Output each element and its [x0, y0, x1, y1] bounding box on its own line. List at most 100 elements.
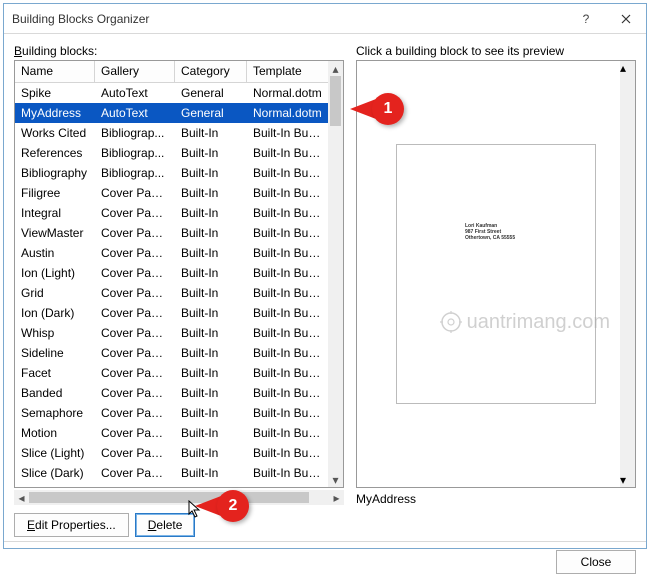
- cell-gallery: Cover Pages: [95, 466, 175, 480]
- cell-gallery: Cover Pages: [95, 406, 175, 420]
- cell-category: Built-In: [175, 166, 247, 180]
- cell-template: Normal.dotm: [247, 86, 328, 100]
- cell-category: Built-In: [175, 286, 247, 300]
- cell-name: Austin: [15, 246, 95, 260]
- help-button[interactable]: ?: [566, 4, 606, 34]
- preview-label: Click a building block to see its previe…: [356, 44, 636, 58]
- cell-category: Built-In: [175, 466, 247, 480]
- scroll-thumb[interactable]: [330, 76, 341, 126]
- scroll-down-icon[interactable]: ▾: [620, 473, 635, 487]
- cell-name: ViewMaster: [15, 226, 95, 240]
- table-row[interactable]: BandedCover PagesBuilt-InBuilt-In Buil..…: [15, 383, 328, 403]
- cell-category: General: [175, 86, 247, 100]
- cell-gallery: Bibliograp...: [95, 126, 175, 140]
- preview-selected-name: MyAddress: [356, 492, 636, 506]
- cell-gallery: Bibliograp...: [95, 166, 175, 180]
- table-row[interactable]: MotionCover PagesBuilt-InBuilt-In Buil..…: [15, 423, 328, 443]
- cell-template: Built-In Buil...: [247, 446, 328, 460]
- cell-name: Ion (Light): [15, 266, 95, 280]
- cell-template: Built-In Buil...: [247, 286, 328, 300]
- table-row[interactable]: SemaphoreCover PagesBuilt-InBuilt-In Bui…: [15, 403, 328, 423]
- dialog-body: Building blocks: Name Gallery Category T…: [4, 34, 646, 541]
- table-row[interactable]: Ion (Light)Cover PagesBuilt-InBuilt-In B…: [15, 263, 328, 283]
- cell-name: Whisp: [15, 326, 95, 340]
- close-window-button[interactable]: [606, 4, 646, 34]
- scroll-track-h[interactable]: [29, 490, 329, 505]
- cell-name: Sideline: [15, 346, 95, 360]
- scroll-track[interactable]: [620, 75, 635, 473]
- horizontal-scrollbar[interactable]: ◂ ▸: [14, 490, 344, 505]
- table-row[interactable]: MyAddressAutoTextGeneralNormal.dotm: [15, 103, 328, 123]
- cell-category: Built-In: [175, 426, 247, 440]
- table-row[interactable]: SpikeAutoTextGeneralNormal.dotm: [15, 83, 328, 103]
- cell-template: Built-In Buil...: [247, 326, 328, 340]
- scroll-down-icon[interactable]: ▾: [328, 472, 343, 487]
- table-row[interactable]: BibliographyBibliograp...Built-InBuilt-I…: [15, 163, 328, 183]
- vertical-scrollbar[interactable]: ▴ ▾: [328, 61, 343, 487]
- scroll-thumb-h[interactable]: [29, 492, 309, 503]
- cell-template: Built-In Buil...: [247, 246, 328, 260]
- cell-category: Built-In: [175, 126, 247, 140]
- cell-template: Built-In Buil...: [247, 346, 328, 360]
- cell-template: Built-In Buil...: [247, 186, 328, 200]
- cell-name: Retrospect: [15, 486, 95, 487]
- close-button[interactable]: Close: [556, 550, 636, 574]
- scroll-left-icon[interactable]: ◂: [14, 490, 29, 505]
- cell-template: Built-In Buil...: [247, 466, 328, 480]
- scroll-right-icon[interactable]: ▸: [329, 490, 344, 505]
- column-name[interactable]: Name: [15, 61, 95, 82]
- table-row[interactable]: SidelineCover PagesBuilt-InBuilt-In Buil…: [15, 343, 328, 363]
- table-row[interactable]: ViewMasterCover PagesBuilt-InBuilt-In Bu…: [15, 223, 328, 243]
- cell-gallery: Cover Pages: [95, 446, 175, 460]
- cell-gallery: Cover Pages: [95, 326, 175, 340]
- scroll-up-icon[interactable]: ▴: [620, 61, 635, 75]
- cell-category: Built-In: [175, 406, 247, 420]
- table-row[interactable]: FiligreeCover PagesBuilt-InBuilt-In Buil…: [15, 183, 328, 203]
- edit-properties-button[interactable]: Edit Properties...: [14, 513, 129, 537]
- window-title: Building Blocks Organizer: [12, 12, 566, 26]
- cell-template: Built-In Buil...: [247, 266, 328, 280]
- column-category[interactable]: Category: [175, 61, 247, 82]
- cell-category: Built-In: [175, 266, 247, 280]
- scroll-track[interactable]: [328, 76, 343, 472]
- cell-category: Built-In: [175, 386, 247, 400]
- cell-category: Built-In: [175, 366, 247, 380]
- help-icon: ?: [583, 12, 590, 26]
- scroll-up-icon[interactable]: ▴: [328, 61, 343, 76]
- cell-category: Built-In: [175, 326, 247, 340]
- table-row[interactable]: WhispCover PagesBuilt-InBuilt-In Buil...: [15, 323, 328, 343]
- cell-name: Grid: [15, 286, 95, 300]
- cell-gallery: AutoText: [95, 86, 175, 100]
- building-blocks-label: Building blocks:: [14, 44, 344, 58]
- left-buttons: Edit Properties... Delete: [14, 513, 344, 537]
- table-row[interactable]: GridCover PagesBuilt-InBuilt-In Buil...: [15, 283, 328, 303]
- column-gallery[interactable]: Gallery: [95, 61, 175, 82]
- cell-gallery: AutoText: [95, 106, 175, 120]
- cell-category: Built-In: [175, 226, 247, 240]
- table-row[interactable]: Ion (Dark)Cover PagesBuilt-InBuilt-In Bu…: [15, 303, 328, 323]
- cell-name: Motion: [15, 426, 95, 440]
- annotation-circle: 1: [372, 93, 404, 125]
- table-row[interactable]: RetrospectCover PagesBuilt-InBuilt-In Bu…: [15, 483, 328, 487]
- cell-template: Built-In Buil...: [247, 206, 328, 220]
- left-pane: Building blocks: Name Gallery Category T…: [14, 44, 344, 537]
- preview-page: Lori Kaufman 987 First Street Othertown,…: [396, 144, 596, 404]
- cell-template: Built-In Buil...: [247, 146, 328, 160]
- cell-name: Ion (Dark): [15, 306, 95, 320]
- preview-scrollbar[interactable]: ▴ ▾: [620, 61, 635, 487]
- table-row[interactable]: Slice (Light)Cover PagesBuilt-InBuilt-In…: [15, 443, 328, 463]
- table-row[interactable]: AustinCover PagesBuilt-InBuilt-In Buil..…: [15, 243, 328, 263]
- table-row[interactable]: Works CitedBibliograp...Built-InBuilt-In…: [15, 123, 328, 143]
- annotation-2: 2: [195, 490, 249, 522]
- table-row[interactable]: IntegralCover PagesBuilt-InBuilt-In Buil…: [15, 203, 328, 223]
- cell-name: MyAddress: [15, 106, 95, 120]
- cell-gallery: Cover Pages: [95, 346, 175, 360]
- cell-gallery: Cover Pages: [95, 226, 175, 240]
- cell-template: Built-In Buil...: [247, 406, 328, 420]
- cell-gallery: Cover Pages: [95, 286, 175, 300]
- table-row[interactable]: ReferencesBibliograp...Built-InBuilt-In …: [15, 143, 328, 163]
- cell-name: Slice (Light): [15, 446, 95, 460]
- table-row[interactable]: Slice (Dark)Cover PagesBuilt-InBuilt-In …: [15, 463, 328, 483]
- delete-button[interactable]: Delete: [135, 513, 196, 537]
- table-row[interactable]: FacetCover PagesBuilt-InBuilt-In Buil...: [15, 363, 328, 383]
